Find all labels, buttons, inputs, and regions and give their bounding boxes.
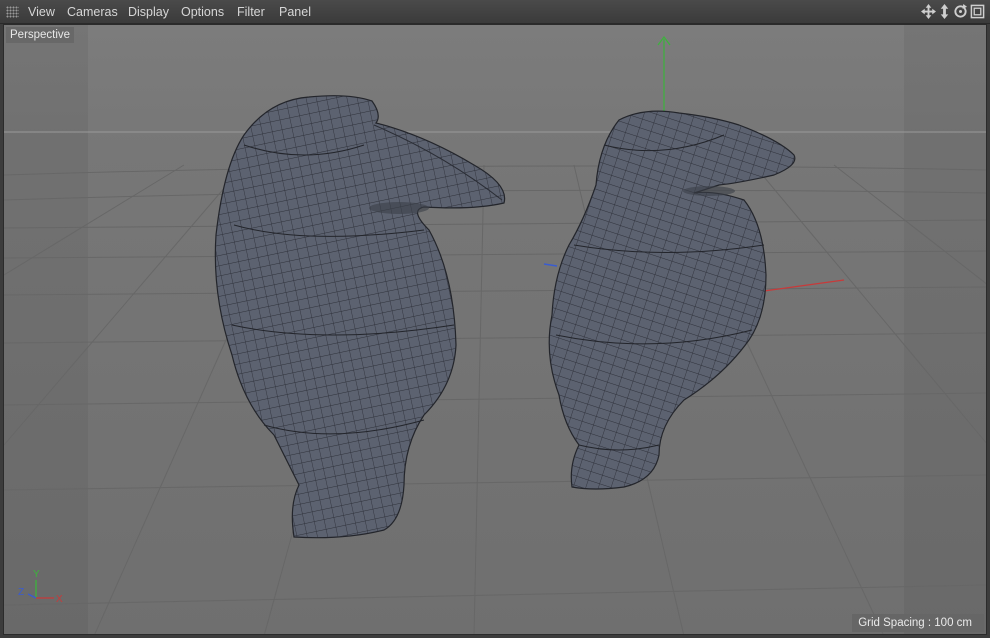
menu-options[interactable]: Options bbox=[181, 0, 224, 24]
toggle-layout-icon[interactable] bbox=[970, 4, 985, 19]
perspective-scene[interactable] bbox=[4, 25, 987, 635]
panel-grip-icon[interactable] bbox=[6, 6, 19, 18]
axis-label-z: Z bbox=[18, 587, 24, 598]
axis-gizmo: Y X Z bbox=[18, 569, 63, 605]
rotate-view-icon[interactable] bbox=[953, 4, 968, 19]
axis-label-x: X bbox=[56, 594, 63, 605]
grid-spacing-readout: Grid Spacing : 100 cm bbox=[852, 614, 984, 632]
cinema4d-viewport-window: View Cameras Display Options Filter Pane… bbox=[0, 0, 990, 638]
camera-label[interactable]: Perspective bbox=[6, 27, 75, 43]
move-view-icon[interactable] bbox=[921, 4, 936, 19]
menu-view[interactable]: View bbox=[28, 0, 55, 24]
menu-display[interactable]: Display bbox=[128, 0, 169, 24]
3d-viewport[interactable]: Perspective Y X Z Grid Spacing : 100 cm bbox=[3, 24, 987, 635]
dolly-view-icon[interactable] bbox=[937, 4, 952, 19]
viewport-background bbox=[4, 25, 986, 634]
safe-frame-left bbox=[4, 25, 88, 634]
viewport-menubar: View Cameras Display Options Filter Pane… bbox=[0, 0, 990, 24]
axis-label-y: Y bbox=[33, 569, 40, 580]
menu-panel[interactable]: Panel bbox=[279, 0, 311, 24]
menu-cameras[interactable]: Cameras bbox=[67, 0, 118, 24]
safe-frame-right bbox=[904, 25, 986, 634]
menu-filter[interactable]: Filter bbox=[237, 0, 265, 24]
